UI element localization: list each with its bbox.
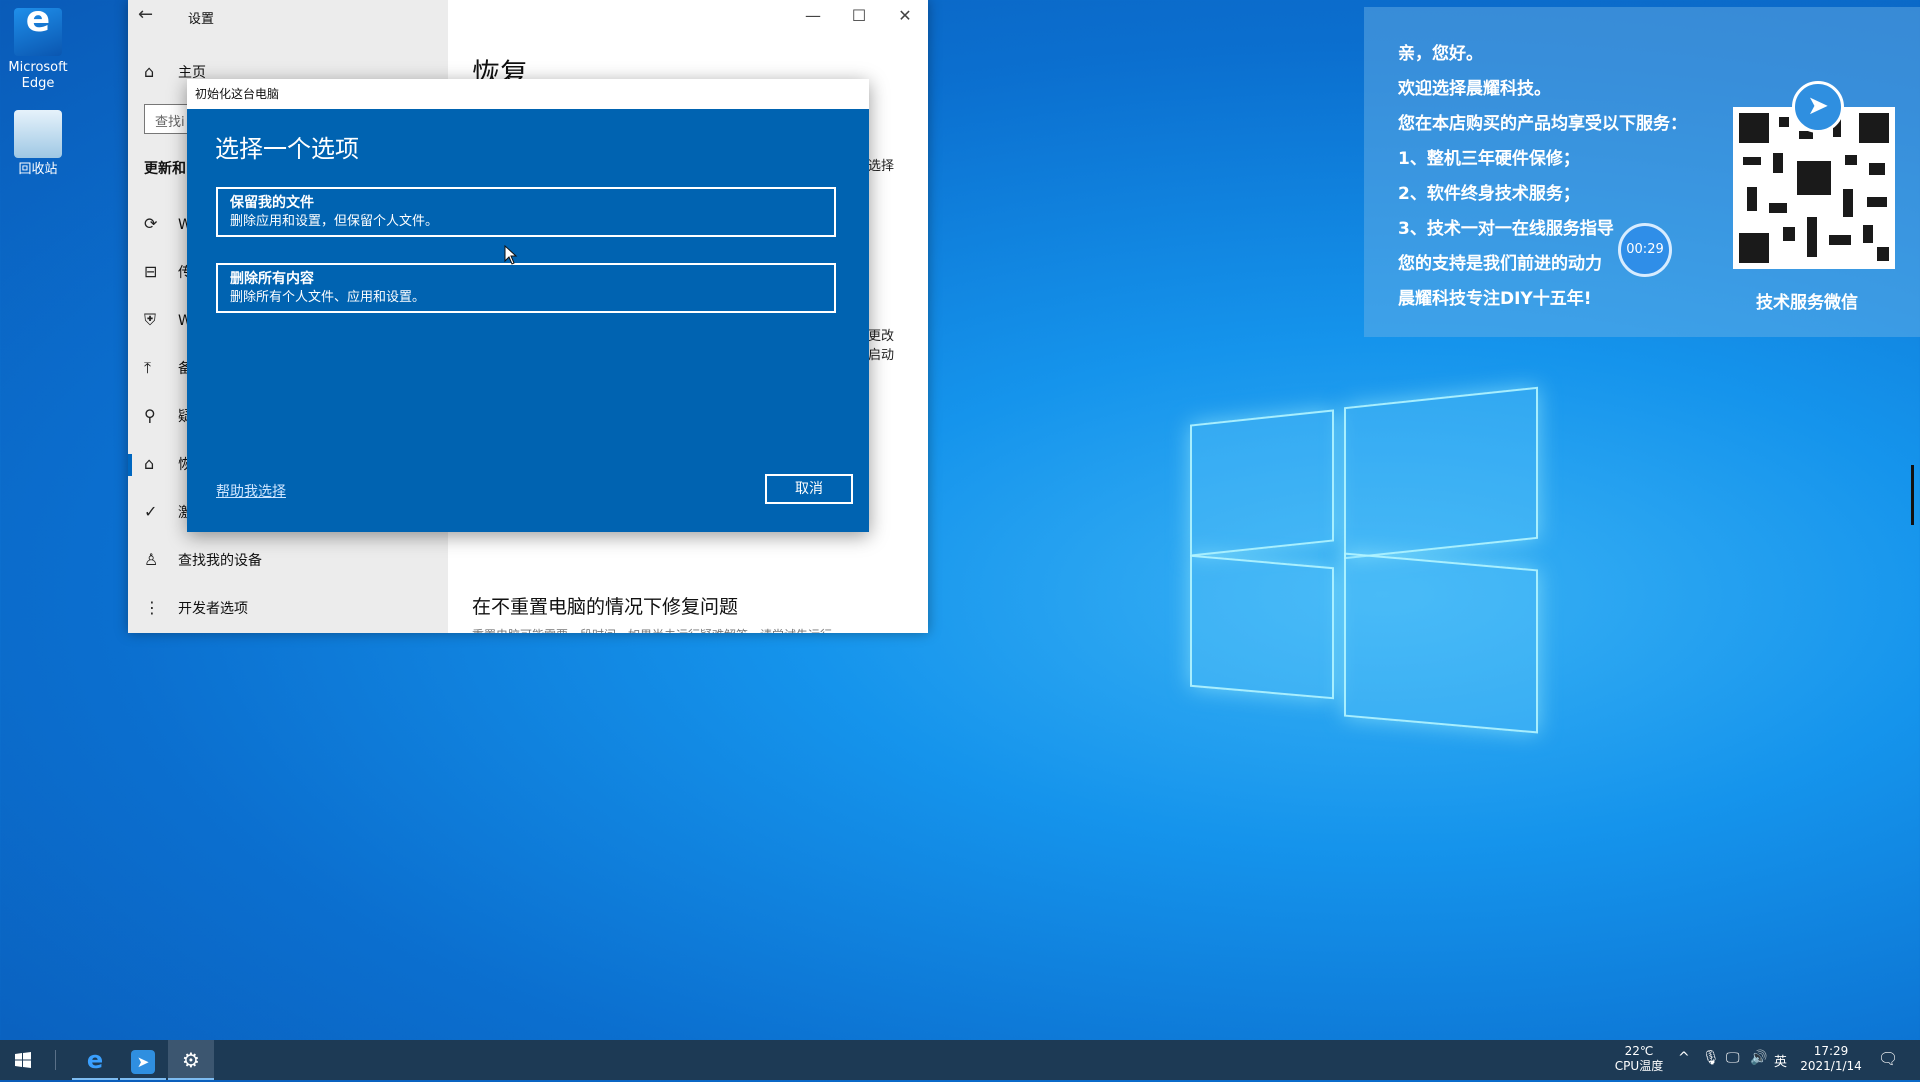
active-indicator [128,454,132,476]
windows-start-icon [15,1052,31,1068]
repair-text: 重置电脑可能需要一段时间。如果尚未运行疑难解答，请尝试先运行 [472,626,912,633]
notifications-icon[interactable]: 🗨 [1878,1049,1898,1068]
activation-icon: ✓ [144,502,158,521]
panel-line: 您在本店购买的产品均享受以下服务： [1398,114,1687,134]
developer-icon: ⋮ [144,598,160,617]
panel-line: 您的支持是我们前进的动力 [1398,254,1602,274]
recovery-icon: ⌂ [144,454,155,473]
panel-line: 欢迎选择晨耀科技。 [1398,79,1551,99]
content-fragment: 选择 [868,159,895,174]
panel-line: 亲，您好。 [1398,44,1483,64]
clock-time: 17:29 [1813,1044,1849,1058]
desktop-icon-label: 回收站 [18,162,58,177]
sidebar-section-title: 更新和 [144,161,186,177]
cpu-temp-widget[interactable]: 22℃ CPU温度 [1604,1044,1674,1074]
sidebar-item-developer[interactable]: ⋮ 开发者选项 [144,598,248,622]
content-fragment: 更改 [868,329,895,344]
cpu-temp-label: CPU温度 [1614,1059,1664,1073]
ime-indicator[interactable]: 英 [1774,1051,1787,1070]
shield-icon: ⛨ [144,310,157,329]
dialog-title: 初始化这台电脑 [187,79,869,109]
network-icon[interactable]: 🖵 [1726,1050,1740,1066]
back-arrow-icon[interactable]: ← [138,4,153,25]
clock-date: 2021/1/14 [1800,1059,1862,1073]
settings-titlebar: ← 设置 — ☐ ✕ [128,0,928,32]
option-description: 删除应用和设置，但保留个人文件。 [230,214,439,229]
sidebar-item-security[interactable]: ⛨ W [144,310,192,334]
clock[interactable]: 17:29 2021/1/14 [1796,1044,1866,1074]
minimize-button[interactable]: — [790,0,836,32]
taskbar-bird-app[interactable]: ➤ [120,1040,166,1080]
mouse-cursor-icon [504,245,518,265]
wrench-icon: ⚲ [144,406,156,425]
sidebar-item-find-device[interactable]: ♙ 查找我的设备 [144,550,262,574]
sidebar-item-delivery[interactable]: ⊟ 传 [144,262,192,286]
desktop-icon-edge[interactable]: e Microsoft Edge [2,2,74,92]
desktop-icon-label: Microsoft [8,60,68,75]
panel-line: 晨耀科技专注DIY十五年! [1398,289,1592,309]
edge-handle[interactable] [1911,465,1914,525]
window-title: 设置 [188,12,215,27]
desktop-icon-recycle-bin[interactable]: 回收站 [2,110,74,178]
taskbar-edge[interactable]: e [72,1040,118,1080]
sidebar-item-windows-update[interactable]: ⟳ W [144,214,192,238]
qr-caption: 技术服务微信 [1756,293,1858,313]
option-title: 保留我的文件 [230,195,314,211]
backup-icon: ⤒ [144,358,152,377]
microphone-icon[interactable]: 🎙 [1702,1050,1720,1066]
cpu-temp-value: 22℃ [1624,1044,1654,1058]
taskbar-settings[interactable]: ⚙ [168,1040,214,1080]
option-title: 删除所有内容 [230,271,314,287]
desktop-icon-label: Edge [21,76,55,91]
panel-line: 2、软件终身技术服务； [1398,184,1580,204]
service-info-panel: 亲，您好。 欢迎选择晨耀科技。 您在本店购买的产品均享受以下服务： 1、整机三年… [1364,7,1920,337]
reset-pc-dialog: 初始化这台电脑 选择一个选项 保留我的文件 删除应用和设置，但保留个人文件。 删… [187,79,869,532]
sidebar-item-activation[interactable]: ✓ 激 [144,502,192,526]
bird-app-icon: ➤ [131,1050,155,1074]
option-description: 删除所有个人文件、应用和设置。 [230,290,426,305]
option-keep-files[interactable]: 保留我的文件 删除应用和设置，但保留个人文件。 [216,187,836,237]
help-me-choose-link[interactable]: 帮助我选择 [216,481,286,501]
home-icon: ⌂ [144,62,155,81]
repair-heading: 在不重置电脑的情况下修复问题 [472,596,739,618]
option-remove-everything[interactable]: 删除所有内容 删除所有个人文件、应用和设置。 [216,263,836,313]
volume-icon[interactable]: 🔊 [1750,1050,1767,1066]
start-button[interactable] [0,1040,46,1080]
windows-logo-wallpaper [1190,385,1550,740]
edge-icon: e [14,2,62,56]
maximize-button[interactable]: ☐ [836,0,882,32]
bird-logo-icon: ➤ [1792,81,1844,133]
find-device-icon: ♙ [144,550,159,569]
close-button[interactable]: ✕ [882,0,928,32]
taskbar: e ➤ ⚙ 22℃ CPU温度 ^ 🎙 🖵 🔊 英 17:29 2021/1/1… [0,1040,1920,1080]
sidebar-item-recovery[interactable]: ⌂ 恢 [144,454,192,478]
cancel-button[interactable]: 取消 [765,474,853,504]
recycle-bin-icon [14,110,62,158]
taskbar-divider [55,1050,56,1070]
sidebar-item-troubleshoot[interactable]: ⚲ 疑 [144,406,192,430]
sync-icon: ⟳ [144,214,158,233]
content-fragment: 启动 [868,348,895,363]
panel-line: 3、技术一对一在线服务指导 [1398,219,1614,239]
timer-badge[interactable]: 00:29 [1618,223,1672,277]
dialog-heading: 选择一个选项 [215,135,359,163]
show-hidden-icons-chevron-icon[interactable]: ^ [1678,1050,1690,1066]
edge-icon: e [86,1046,104,1074]
gear-icon: ⚙ [182,1048,200,1072]
panel-line: 1、整机三年硬件保修； [1398,149,1580,169]
sidebar-item-backup[interactable]: ⤒ 备 [144,358,192,382]
delivery-icon: ⊟ [144,262,158,281]
